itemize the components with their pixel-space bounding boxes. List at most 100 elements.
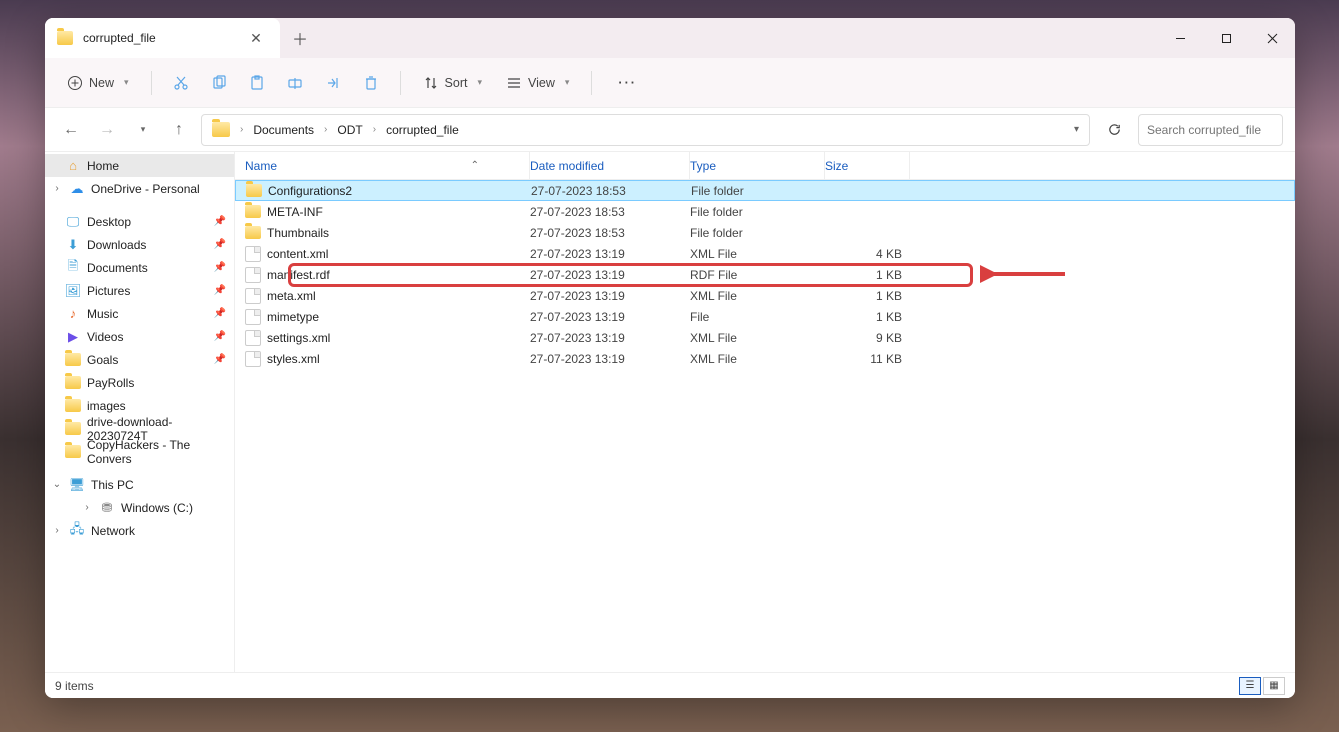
chevron-icon: › bbox=[81, 502, 93, 513]
folder-icon bbox=[245, 205, 261, 218]
details-view-button[interactable]: ☰ bbox=[1239, 677, 1261, 695]
recent-button[interactable]: ▾ bbox=[129, 116, 157, 144]
rename-button[interactable] bbox=[278, 66, 312, 100]
refresh-button[interactable] bbox=[1098, 114, 1130, 146]
chevron-right-icon: › bbox=[371, 124, 378, 135]
pin-icon: 📌 bbox=[214, 216, 226, 227]
header-type[interactable]: Type bbox=[690, 152, 825, 179]
column-headers: Name⌃ Date modified Type Size bbox=[235, 152, 1295, 180]
sidebar-label: Network bbox=[91, 524, 135, 538]
pin-icon: 📌 bbox=[214, 262, 226, 273]
sidebar-item-pictures[interactable]: 🖼Pictures📌 bbox=[45, 279, 234, 302]
up-button[interactable]: ↑ bbox=[165, 116, 193, 144]
sidebar-item-documents[interactable]: 🗎Documents📌 bbox=[45, 256, 234, 279]
chevron-down-icon[interactable]: ▾ bbox=[1074, 124, 1079, 135]
header-name[interactable]: Name⌃ bbox=[235, 152, 530, 179]
file-icon bbox=[245, 309, 261, 325]
sidebar-label: Downloads bbox=[87, 238, 146, 252]
close-window-button[interactable] bbox=[1249, 18, 1295, 58]
share-button[interactable] bbox=[316, 66, 350, 100]
close-tab-button[interactable]: ✕ bbox=[244, 26, 268, 50]
sidebar: ⌂Home›☁OneDrive - Personal 🖵Desktop📌 ⬇ Down… bbox=[45, 152, 235, 672]
file-name: settings.xml bbox=[267, 331, 330, 345]
file-date: 27-07-2023 13:19 bbox=[530, 352, 690, 366]
more-button[interactable]: ··· bbox=[604, 66, 651, 100]
pin-icon: 📌 bbox=[214, 239, 226, 250]
maximize-button[interactable] bbox=[1203, 18, 1249, 58]
new-button[interactable]: New ▾ bbox=[57, 66, 139, 100]
sidebar-label: Goals bbox=[87, 353, 118, 367]
file-row[interactable]: mimetype27-07-2023 13:19File1 KB bbox=[235, 306, 1295, 327]
folder-icon bbox=[246, 184, 262, 197]
delete-button[interactable] bbox=[354, 66, 388, 100]
sidebar-item-music[interactable]: ♪Music📌 bbox=[45, 302, 234, 325]
file-row[interactable]: Configurations227-07-2023 18:53File fold… bbox=[235, 180, 1295, 201]
file-row[interactable]: META-INF27-07-2023 18:53File folder bbox=[235, 201, 1295, 222]
file-row[interactable]: meta.xml27-07-2023 13:19XML File1 KB bbox=[235, 285, 1295, 306]
downloads-icon: ⬇ bbox=[65, 237, 81, 253]
desktop-icon: 🖵 bbox=[65, 214, 81, 230]
file-date: 27-07-2023 18:53 bbox=[531, 184, 691, 198]
search-input[interactable] bbox=[1147, 123, 1295, 137]
header-size[interactable]: Size bbox=[825, 152, 910, 179]
sidebar-item-videos[interactable]: ▶Videos📌 bbox=[45, 325, 234, 348]
chevron-right-icon: › bbox=[238, 124, 245, 135]
sidebar-item-this-pc[interactable]: ⌄🖥This PC bbox=[45, 473, 234, 496]
breadcrumb[interactable]: › Documents › ODT › corrupted_file ▾ bbox=[201, 114, 1090, 146]
toolbar: New ▾ Sort ▾ View ▾ ··· bbox=[45, 58, 1295, 108]
file-row[interactable]: content.xml27-07-2023 13:19XML File4 KB bbox=[235, 243, 1295, 264]
sidebar-label: Home bbox=[87, 159, 119, 173]
file-type: XML File bbox=[690, 247, 825, 261]
sidebar-item-home[interactable]: ⌂Home bbox=[45, 154, 234, 177]
separator bbox=[400, 71, 401, 95]
statusbar: 9 items ☰ ▦ bbox=[45, 672, 1295, 698]
chevron-icon: › bbox=[51, 183, 63, 194]
file-row[interactable]: Thumbnails27-07-2023 18:53File folder bbox=[235, 222, 1295, 243]
videos-icon: ▶ bbox=[65, 329, 81, 345]
file-row[interactable]: styles.xml27-07-2023 13:19XML File11 KB bbox=[235, 348, 1295, 369]
documents-icon: 🗎 bbox=[65, 260, 81, 276]
folder-icon bbox=[245, 226, 261, 239]
file-size: 11 KB bbox=[825, 352, 910, 366]
forward-button[interactable]: → bbox=[93, 116, 121, 144]
sidebar-item-desktop[interactable]: 🖵Desktop📌 bbox=[45, 210, 234, 233]
sidebar-item-copyhackers-the-convers[interactable]: CopyHackers - The Convers bbox=[45, 440, 234, 463]
sidebar-item-downloads[interactable]: ⬇ Downloads 📌 bbox=[45, 233, 234, 256]
sort-indicator: ⌃ bbox=[471, 160, 479, 171]
file-row[interactable]: settings.xml27-07-2023 13:19XML File9 KB bbox=[235, 327, 1295, 348]
minimize-button[interactable] bbox=[1157, 18, 1203, 58]
window-controls bbox=[1157, 18, 1295, 58]
sidebar-item-payrolls[interactable]: PayRolls bbox=[45, 371, 234, 394]
copy-button[interactable] bbox=[202, 66, 236, 100]
new-label: New bbox=[89, 76, 114, 90]
crumb-odt[interactable]: ODT bbox=[331, 121, 368, 139]
header-date[interactable]: Date modified bbox=[530, 152, 690, 179]
navbar: ← → ▾ ↑ › Documents › ODT › corrupted_fi… bbox=[45, 108, 1295, 152]
sidebar-item-network[interactable]: ›🖧Network bbox=[45, 519, 234, 542]
paste-button[interactable] bbox=[240, 66, 274, 100]
file-size: 1 KB bbox=[825, 268, 910, 282]
view-button[interactable]: View ▾ bbox=[496, 66, 579, 100]
new-tab-button[interactable]: ＋ bbox=[280, 18, 320, 58]
crumb-documents[interactable]: Documents bbox=[247, 121, 320, 139]
file-name: manifest.rdf bbox=[267, 268, 330, 282]
pin-icon: 📌 bbox=[214, 354, 226, 365]
tab-current[interactable]: corrupted_file ✕ bbox=[45, 18, 280, 58]
file-date: 27-07-2023 18:53 bbox=[530, 205, 690, 219]
file-row[interactable]: manifest.rdf27-07-2023 13:19RDF File1 KB bbox=[235, 264, 1295, 285]
back-button[interactable]: ← bbox=[57, 116, 85, 144]
sidebar-label: This PC bbox=[91, 478, 134, 492]
music-icon: ♪ bbox=[65, 306, 81, 322]
sidebar-item-goals[interactable]: Goals 📌 bbox=[45, 348, 234, 371]
file-size: 1 KB bbox=[825, 310, 910, 324]
icons-view-button[interactable]: ▦ bbox=[1263, 677, 1285, 695]
file-icon bbox=[245, 246, 261, 262]
cut-button[interactable] bbox=[164, 66, 198, 100]
crumb-corrupted-file[interactable]: corrupted_file bbox=[380, 121, 465, 139]
search-box[interactable] bbox=[1138, 114, 1283, 146]
file-type: File bbox=[690, 310, 825, 324]
sort-button[interactable]: Sort ▾ bbox=[413, 66, 492, 100]
sidebar-item-onedrive-personal[interactable]: ›☁OneDrive - Personal bbox=[45, 177, 234, 200]
folder-icon bbox=[57, 31, 73, 45]
sidebar-item-windows-c-[interactable]: ›⛃Windows (C:) bbox=[45, 496, 234, 519]
